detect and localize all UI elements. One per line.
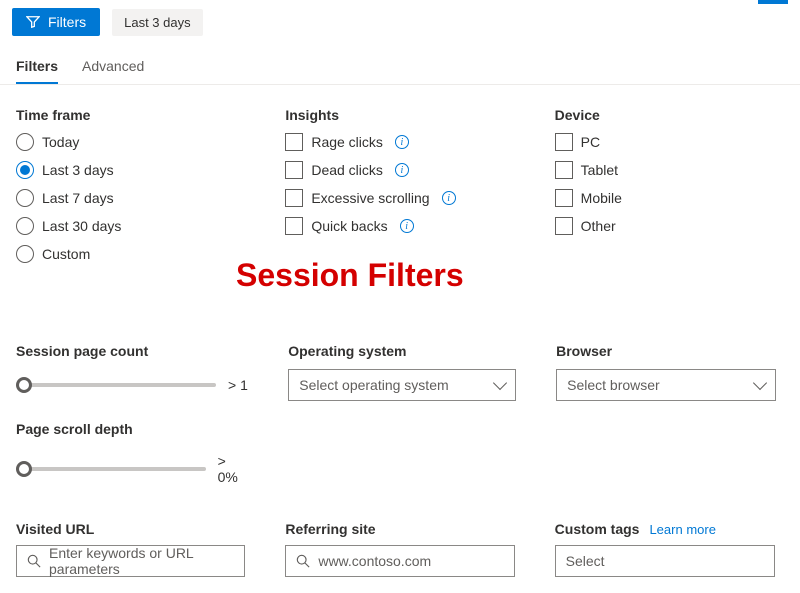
timeframe-title: Time frame (16, 107, 245, 123)
insights-options: Rage clicks i Dead clicks i Excessive sc… (285, 133, 514, 235)
chevron-down-icon (753, 376, 767, 390)
input-placeholder: www.contoso.com (318, 553, 431, 569)
tab-filters[interactable]: Filters (16, 50, 58, 84)
checkbox-icon (555, 133, 573, 151)
checkbox-icon (285, 161, 303, 179)
timeframe-chip[interactable]: Last 3 days (112, 9, 203, 36)
insights-option-excessive-scrolling[interactable]: Excessive scrolling i (285, 189, 514, 207)
radio-icon (16, 245, 34, 263)
slider-thumb[interactable] (16, 377, 32, 393)
info-icon[interactable]: i (395, 135, 409, 149)
timeframe-option-custom[interactable]: Custom (16, 245, 245, 263)
accent-bar (758, 0, 788, 4)
device-option-mobile[interactable]: Mobile (555, 189, 784, 207)
insights-option-rage-clicks[interactable]: Rage clicks i (285, 133, 514, 151)
referring-site-section: Referring site www.contoso.com (285, 521, 514, 577)
session-page-count-value: > 1 (228, 377, 248, 393)
referring-site-input[interactable]: www.contoso.com (285, 545, 514, 577)
custom-tags-learn-more-link[interactable]: Learn more (649, 522, 715, 537)
referring-site-title: Referring site (285, 521, 375, 537)
insights-section: Insights Rage clicks i Dead clicks i Exc… (285, 107, 514, 263)
top-bar: Filters Last 3 days (0, 0, 800, 44)
checkbox-icon (285, 217, 303, 235)
device-option-tablet[interactable]: Tablet (555, 161, 784, 179)
checkbox-label: Excessive scrolling (311, 190, 429, 206)
checkbox-label: Tablet (581, 162, 618, 178)
filter-tabs: Filters Advanced (0, 44, 800, 85)
custom-tags-title: Custom tags (555, 521, 640, 537)
slider-rail (16, 383, 216, 387)
insights-title: Insights (285, 107, 514, 123)
custom-tags-section: Custom tags Learn more Select (555, 521, 784, 577)
device-section: Device PC Tablet Mobile Other (555, 107, 784, 263)
browser-select[interactable]: Select browser (556, 369, 776, 401)
operating-system-title: Operating system (288, 343, 516, 359)
page-scroll-depth-value: > 0% (218, 453, 249, 485)
checkbox-label: Mobile (581, 190, 622, 206)
checkbox-label: Quick backs (311, 218, 387, 234)
checkbox-label: PC (581, 134, 600, 150)
timeframe-option-last-3-days[interactable]: Last 3 days (16, 161, 245, 179)
radio-label: Last 3 days (42, 162, 114, 178)
timeframe-option-last-7-days[interactable]: Last 7 days (16, 189, 245, 207)
timeframe-option-last-30-days[interactable]: Last 30 days (16, 217, 245, 235)
timeframe-section: Time frame Today Last 3 days Last 7 days… (16, 107, 245, 263)
session-page-count-title: Session page count (16, 343, 248, 359)
device-options: PC Tablet Mobile Other (555, 133, 784, 235)
timeframe-option-today[interactable]: Today (16, 133, 245, 151)
radio-icon (16, 133, 34, 151)
custom-tags-select[interactable]: Select (555, 545, 775, 577)
session-page-count-slider[interactable] (16, 375, 216, 395)
checkbox-label: Other (581, 218, 616, 234)
slider-thumb[interactable] (16, 461, 32, 477)
timeframe-options: Today Last 3 days Last 7 days Last 30 da… (16, 133, 245, 263)
device-title: Device (555, 107, 784, 123)
visited-url-title: Visited URL (16, 521, 94, 537)
select-placeholder: Select browser (567, 377, 660, 393)
device-option-other[interactable]: Other (555, 217, 784, 235)
checkbox-icon (285, 189, 303, 207)
device-option-pc[interactable]: PC (555, 133, 784, 151)
select-placeholder: Select (566, 553, 605, 569)
browser-title: Browser (556, 343, 784, 359)
filter-icon (26, 15, 40, 29)
session-page-count-section: Session page count > 1 (16, 343, 248, 395)
checkbox-icon (555, 189, 573, 207)
insights-option-dead-clicks[interactable]: Dead clicks i (285, 161, 514, 179)
checkbox-label: Rage clicks (311, 134, 383, 150)
radio-label: Today (42, 134, 79, 150)
search-icon (296, 554, 310, 568)
page-scroll-depth-title: Page scroll depth (16, 421, 248, 437)
page-scroll-depth-slider[interactable] (16, 459, 206, 479)
chevron-down-icon (493, 376, 507, 390)
radio-label: Last 7 days (42, 190, 114, 206)
filters-button-label: Filters (48, 14, 86, 30)
insights-option-quick-backs[interactable]: Quick backs i (285, 217, 514, 235)
checkbox-icon (555, 161, 573, 179)
radio-icon (16, 189, 34, 207)
browser-section: Browser Select browser (556, 343, 784, 485)
info-icon[interactable]: i (442, 191, 456, 205)
filters-button[interactable]: Filters (12, 8, 100, 36)
info-icon[interactable]: i (400, 219, 414, 233)
checkbox-label: Dead clicks (311, 162, 383, 178)
checkbox-icon (285, 133, 303, 151)
visited-url-section: Visited URL Enter keywords or URL parame… (16, 521, 245, 577)
input-placeholder: Enter keywords or URL parameters (49, 545, 234, 577)
info-icon[interactable]: i (395, 163, 409, 177)
operating-system-select[interactable]: Select operating system (288, 369, 516, 401)
radio-label: Custom (42, 246, 90, 262)
operating-system-section: Operating system Select operating system (288, 343, 516, 485)
search-icon (27, 554, 41, 568)
radio-icon (16, 217, 34, 235)
radio-icon (16, 161, 34, 179)
page-scroll-depth-section: Page scroll depth > 0% (16, 421, 248, 485)
radio-label: Last 30 days (42, 218, 121, 234)
slider-rail (16, 467, 206, 471)
visited-url-input[interactable]: Enter keywords or URL parameters (16, 545, 245, 577)
select-placeholder: Select operating system (299, 377, 448, 393)
checkbox-icon (555, 217, 573, 235)
tab-advanced[interactable]: Advanced (82, 50, 144, 84)
